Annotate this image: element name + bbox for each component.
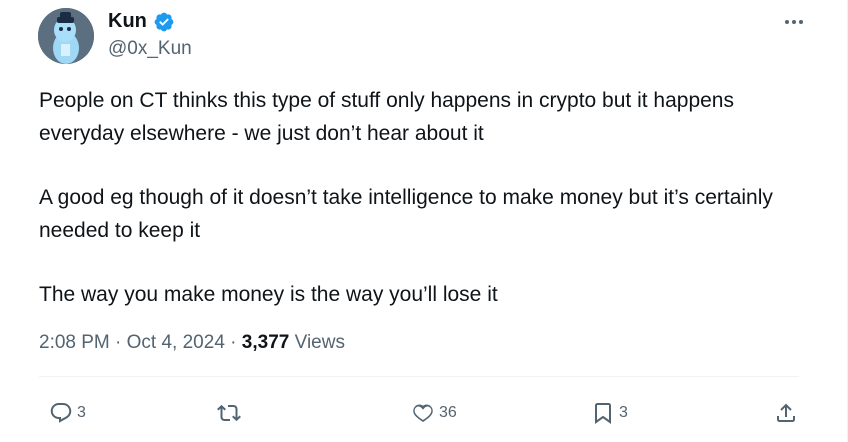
more-dots-icon <box>785 20 803 24</box>
like-count: 36 <box>439 404 457 421</box>
reply-button[interactable]: 3 <box>49 393 86 433</box>
author-handle[interactable]: @0x_Kun <box>108 38 192 60</box>
verified-badge-icon <box>154 12 174 31</box>
share-icon <box>777 403 795 422</box>
meta-separator: · <box>115 332 122 353</box>
divider <box>39 376 799 377</box>
bookmark-button[interactable]: 3 <box>591 393 628 433</box>
tweet-paragraph: The way you make money is the way you’ll… <box>39 283 498 306</box>
tweet-paragraph: People on CT thinks this type of stuff o… <box>39 89 734 145</box>
retweet-icon <box>217 404 241 422</box>
tweet-card: Kun @0x_Kun People on CT thinks this typ… <box>0 0 848 442</box>
author-name[interactable]: Kun <box>108 10 147 33</box>
heart-icon <box>413 404 433 422</box>
bookmark-count: 3 <box>619 404 628 421</box>
tweet-text: People on CT thinks this type of stuff o… <box>39 84 819 342</box>
author-name-row: Kun <box>108 10 175 33</box>
meta-separator: · <box>230 332 237 353</box>
reply-icon <box>50 403 72 423</box>
like-button[interactable]: 36 <box>411 393 457 433</box>
blue-cartoon-avatar-icon <box>38 8 94 64</box>
retweet-button[interactable] <box>217 393 245 433</box>
action-bar: 3 36 3 <box>39 393 809 433</box>
tweet-paragraph: A good eg though of it doesn’t take inte… <box>39 186 773 242</box>
tweet-time[interactable]: 2:08 PM <box>39 332 110 353</box>
more-options-button[interactable] <box>776 6 812 38</box>
share-button[interactable] <box>774 393 798 433</box>
bookmark-icon <box>595 403 611 424</box>
tweet-date[interactable]: Oct 4, 2024 <box>127 332 225 353</box>
reply-count: 3 <box>77 404 86 421</box>
author-avatar[interactable] <box>38 8 94 64</box>
views-count[interactable]: 3,377 <box>242 332 290 353</box>
tweet-meta: 2:08 PM · Oct 4, 2024 · 3,377 Views <box>39 332 345 354</box>
views-label: Views <box>294 332 345 353</box>
